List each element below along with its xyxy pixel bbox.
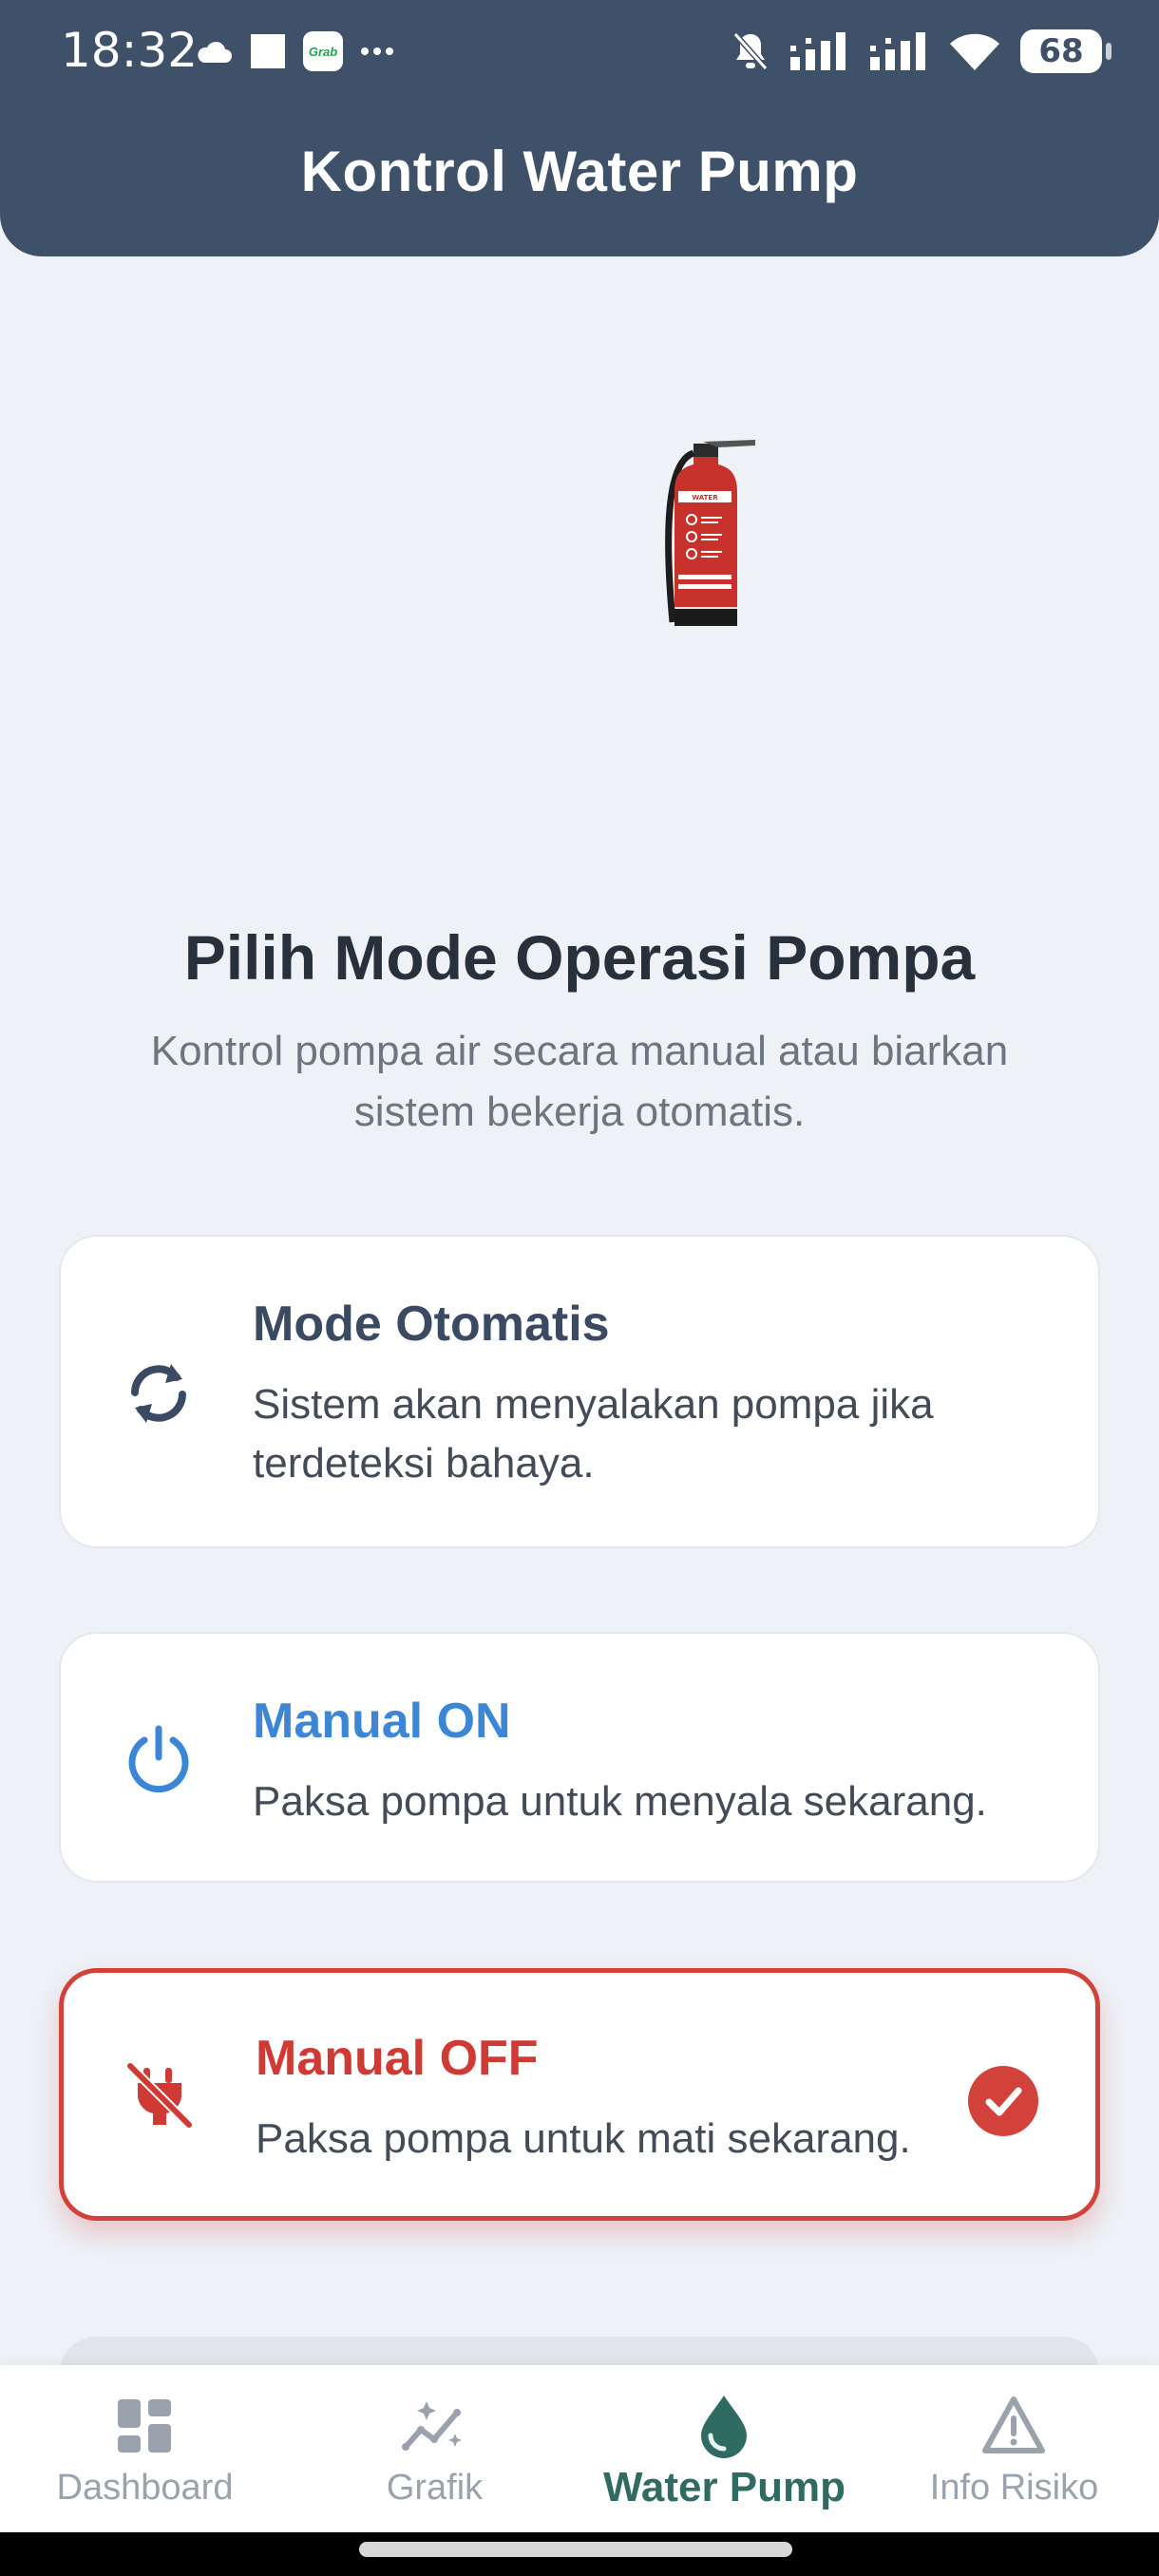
selected-check-icon (968, 2066, 1038, 2136)
nav-label: Grafik (386, 2468, 484, 2508)
chart-sparkle-icon (402, 2401, 462, 2451)
square-notification-icon (251, 34, 285, 68)
nav-water-pump[interactable]: Water Pump (580, 2365, 869, 2532)
status-bar: 18:32 Grab 68 (0, 0, 1159, 104)
mode-card-otomatis[interactable]: Mode Otomatis Sistem akan menyalakan pom… (59, 1235, 1100, 1548)
nav-label: Dashboard (56, 2468, 234, 2508)
water-drop-icon (701, 2396, 747, 2458)
status-left-icons: Grab (195, 28, 394, 74)
sync-icon (131, 1364, 186, 1423)
mode-card-manual-off[interactable]: Manual OFF Paksa pompa untuk mati sekara… (59, 1968, 1100, 2221)
dashboard-icon (118, 2399, 171, 2453)
nav-info-risiko[interactable]: Info Risiko (869, 2365, 1159, 2532)
grab-app-label: Grab (308, 44, 338, 59)
mode-section-subtitle: Kontrol pompa air secara manual atau bia… (150, 1028, 1009, 1135)
mode-title: Manual ON (253, 1694, 511, 1749)
extinguisher-label: WATER (692, 494, 718, 502)
mode-description: Paksa pompa untuk mati sekarang. (256, 2115, 911, 2162)
nav-label: Info Risiko (929, 2468, 1099, 2508)
power-icon (128, 1725, 189, 1793)
battery-indicator: 68 (1020, 29, 1112, 73)
page-title: Kontrol Water Pump (300, 140, 859, 203)
cloud-icon (198, 41, 232, 63)
signal-icon (790, 32, 846, 70)
mode-title: Mode Otomatis (253, 1297, 610, 1352)
grab-app-icon: Grab (303, 31, 343, 71)
nav-dashboard[interactable]: Dashboard (0, 2365, 290, 2532)
wifi-icon (950, 33, 999, 70)
mode-description: Paksa pompa untuk menyala sekarang. (253, 1778, 987, 1825)
plug-off-icon (126, 2062, 193, 2129)
more-dots-icon (361, 47, 393, 55)
app-header: 18:32 Grab 68 Kontrol Water Pump (0, 0, 1159, 256)
nav-label: Water Pump (602, 2464, 846, 2510)
gesture-handle[interactable] (359, 2542, 792, 2557)
warning-icon (982, 2396, 1045, 2453)
mode-section-title: Pilih Mode Operasi Pompa (183, 922, 976, 993)
nav-grafik[interactable]: Grafik (290, 2365, 580, 2532)
bottom-navigation: Dashboard Grafik Water Pump Info Risiko (0, 2365, 1159, 2532)
signal-icon (870, 32, 925, 70)
fire-extinguisher-icon: WATER (665, 440, 755, 626)
mode-description: Sistem akan menyalakan pompa jika terdet… (253, 1381, 934, 1487)
mute-icon (732, 32, 769, 70)
status-right-icons: 68 (732, 25, 1112, 78)
status-time: 18:32 (61, 23, 199, 78)
mode-title: Manual OFF (256, 2031, 539, 2086)
mode-card-manual-on[interactable]: Manual ON Paksa pompa untuk menyala seka… (59, 1632, 1100, 1883)
